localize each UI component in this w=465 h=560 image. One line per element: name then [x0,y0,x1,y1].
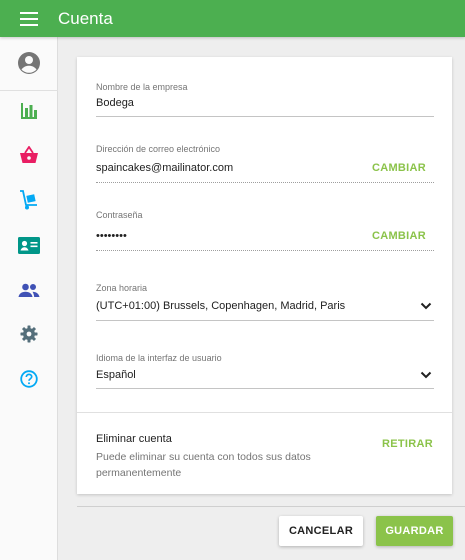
sidebar-item-help[interactable] [0,364,58,394]
sidebar-divider [0,90,58,91]
sidebar [0,37,58,560]
company-name-underline [96,116,434,117]
company-name-input[interactable]: Bodega [96,97,134,109]
sidebar-item-settings[interactable] [0,319,58,349]
delete-account-button[interactable]: RETIRAR [382,438,433,450]
sidebar-item-sales[interactable] [0,140,58,170]
delete-account-title: Eliminar cuenta [96,433,172,445]
sidebar-item-reports[interactable] [0,96,58,126]
sidebar-item-users[interactable] [0,275,58,305]
password-label: Contraseña [96,210,143,220]
cancel-button[interactable]: CANCELAR [279,516,363,546]
contact-card-icon [18,236,40,254]
footer-divider [77,506,465,507]
language-value: Español [96,369,136,381]
chevron-down-icon [420,302,432,310]
language-underline [96,388,434,389]
password-underline [96,250,434,251]
change-password-button[interactable]: CAMBIAR [372,230,426,242]
email-label: Dirección de correo electrónico [96,144,221,154]
timezone-value: (UTC+01:00) Brussels, Copenhagen, Madrid… [96,300,346,312]
app-bar: Cuenta [0,0,465,37]
card-divider [77,412,452,413]
help-circle-icon [20,370,38,388]
language-label: Idioma de la interfaz de usuario [96,353,222,363]
page-title: Cuenta [58,8,113,28]
save-button[interactable]: GUARDAR [376,516,453,546]
sidebar-item-purchases[interactable] [0,185,58,215]
bar-chart-icon [21,103,37,119]
account-settings-card: Nombre de la empresa Bodega Dirección de… [77,57,452,494]
gear-icon [20,325,38,343]
sidebar-item-contacts[interactable] [0,230,58,260]
chevron-down-icon [420,371,432,379]
change-email-button[interactable]: CAMBIAR [372,162,426,174]
language-select[interactable]: Idioma de la interfaz de usuario Español [96,353,434,389]
email-value: spaincakes@mailinator.com [96,162,234,174]
hamburger-menu-icon [20,11,38,26]
company-name-field[interactable]: Nombre de la empresa Bodega [96,82,434,117]
timezone-label: Zona horaria [96,283,148,293]
delete-account-description: Puede eliminar su cuenta con todos sus d… [96,451,311,479]
shopping-basket-icon [20,146,38,163]
company-name-label: Nombre de la empresa [96,82,188,92]
account-circle-icon [18,52,40,74]
hand-truck-icon [20,190,37,210]
people-icon [18,283,40,297]
password-value: •••••••• [96,230,127,242]
password-field: Contraseña •••••••• CAMBIAR [96,210,434,251]
timezone-underline [96,320,434,321]
timezone-select[interactable]: Zona horaria (UTC+01:00) Brussels, Copen… [96,283,434,321]
email-underline [96,182,434,183]
menu-button[interactable] [0,0,58,37]
sidebar-item-profile[interactable] [0,48,58,78]
email-field: Dirección de correo electrónico spaincak… [96,144,434,183]
